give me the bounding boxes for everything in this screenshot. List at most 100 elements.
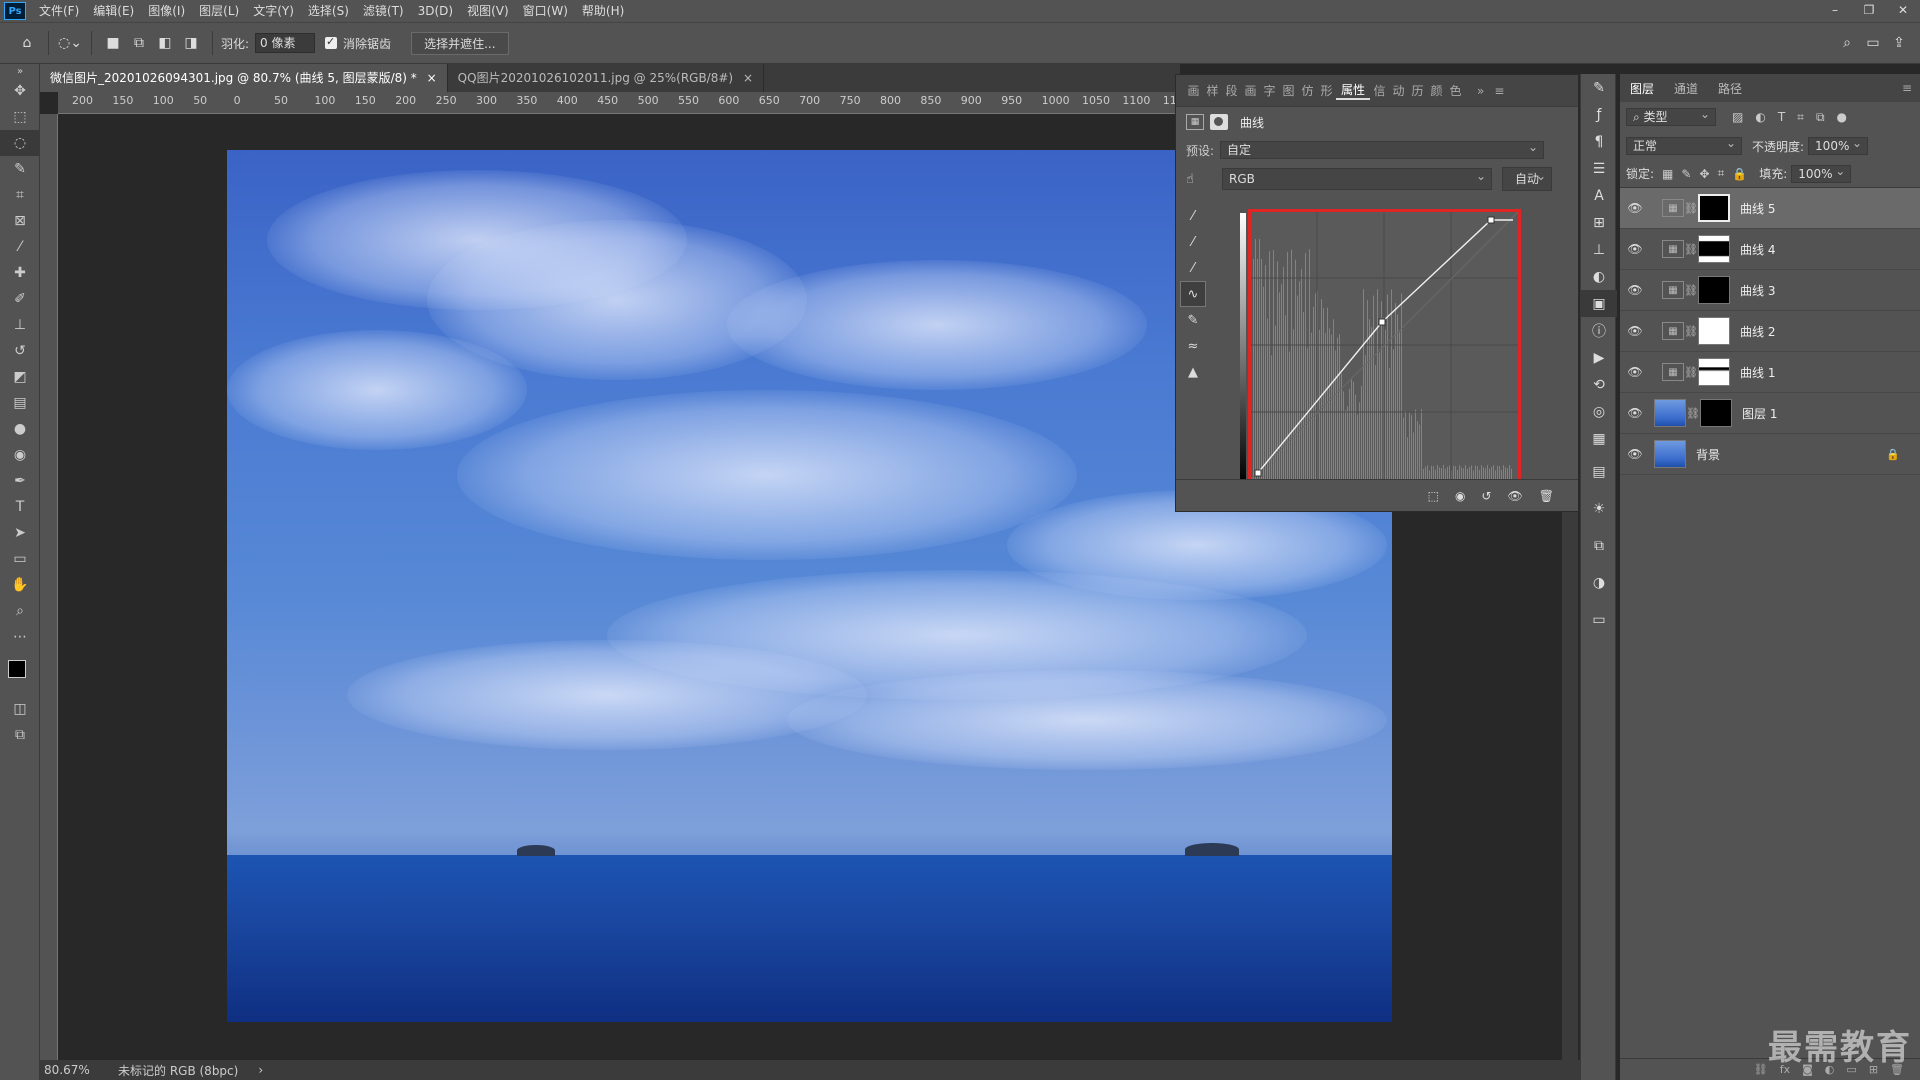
antialias-checkbox[interactable] <box>325 35 338 49</box>
tab-color[interactable]: 颜 <box>1427 82 1446 99</box>
layer-row-curves-4[interactable]: 👁 ▦ ⛓ 曲线 4 <box>1620 229 1920 270</box>
layer-name[interactable]: 背景 <box>1696 446 1720 463</box>
layer-mask-thumbnail[interactable] <box>1698 235 1730 263</box>
menu-filter[interactable]: 滤镜(T) <box>356 0 411 22</box>
tab-document-2[interactable]: QQ图片20201026102011.jpg @ 25%(RGB/8#) × <box>448 64 764 92</box>
restore-icon[interactable]: ❐ <box>1852 0 1886 22</box>
panel-menu-icon[interactable]: ≡ <box>1494 84 1504 98</box>
properties-panel-icon[interactable]: ▣ <box>1581 290 1617 317</box>
collapse-icon[interactable]: » <box>0 64 40 78</box>
move-tool-icon[interactable]: ✥ <box>0 78 40 104</box>
tab-layers[interactable]: 图层 <box>1620 80 1664 97</box>
curve-control-point[interactable] <box>1378 318 1386 326</box>
layer-thumbnail[interactable] <box>1654 399 1686 427</box>
color-panel-icon[interactable]: ◎ <box>1581 398 1617 425</box>
visibility-icon[interactable]: 👁 <box>1508 489 1523 503</box>
pen-tool-icon[interactable]: ✒ <box>0 468 40 494</box>
character-panel-icon[interactable]: A <box>1581 182 1617 209</box>
tab-brush-settings[interactable]: 画 <box>1241 82 1260 99</box>
tab-swatches[interactable]: 色 <box>1446 82 1465 99</box>
layer-row-background[interactable]: 👁 背景 🔒 <box>1620 434 1920 475</box>
tab-info[interactable]: 信 <box>1370 82 1389 99</box>
pencil-curve-icon[interactable]: ✎ <box>1180 307 1206 333</box>
screen-mode-icon[interactable]: ⧉ <box>0 722 40 748</box>
brush-tool-icon[interactable]: ✐ <box>0 286 40 312</box>
menu-image[interactable]: 图像(I) <box>141 0 192 22</box>
curve-end-point[interactable] <box>1487 216 1495 224</box>
hand-tool-icon[interactable]: ✋ <box>0 572 40 598</box>
new-selection-icon[interactable]: ■ <box>100 30 126 56</box>
status-menu-icon[interactable]: › <box>258 1063 263 1077</box>
layer-filter-select[interactable]: ⌕ 类型 <box>1626 106 1716 126</box>
link-icon[interactable]: ⛓ <box>1684 284 1698 297</box>
layer-name[interactable]: 曲线 1 <box>1740 364 1775 381</box>
link-icon[interactable]: ⛓ <box>1686 407 1700 420</box>
history-brush-icon[interactable]: ↺ <box>0 338 40 364</box>
history-panel-icon[interactable]: ⟲ <box>1581 371 1617 398</box>
eyedropper-icon[interactable]: ⁄ <box>0 234 40 260</box>
more-tools-icon[interactable]: ⋯ <box>0 624 40 650</box>
blend-mode-select[interactable]: 正常 <box>1626 135 1742 155</box>
dodge-tool-icon[interactable]: ◉ <box>0 442 40 468</box>
layer-mask-thumbnail[interactable] <box>1698 276 1730 304</box>
view-previous-icon[interactable]: ◉ <box>1455 489 1465 503</box>
frame-tool-icon[interactable]: ⊠ <box>0 208 40 234</box>
tab-properties[interactable]: 属性 <box>1336 81 1370 100</box>
trash-icon[interactable]: 🗑 <box>1539 489 1554 503</box>
blur-tool-icon[interactable]: ● <box>0 416 40 442</box>
clone-source-icon[interactable]: ⊥ <box>1581 236 1617 263</box>
path-select-icon[interactable]: ➤ <box>0 520 40 546</box>
preset-select[interactable]: 自定 <box>1220 139 1545 159</box>
layer-row-curves-1[interactable]: 👁 ▦ ⛓ 曲线 1 <box>1620 352 1920 393</box>
smooth-curve-icon[interactable]: ≈ <box>1180 333 1206 359</box>
lock-pixels-icon[interactable]: ✎ <box>1681 167 1691 181</box>
menu-window[interactable]: 窗口(W) <box>516 0 575 22</box>
tab-paragraph[interactable]: 段 <box>1222 82 1241 99</box>
layer-name[interactable]: 曲线 4 <box>1740 241 1775 258</box>
menu-type[interactable]: 文字(Y) <box>246 0 301 22</box>
brush-settings-icon[interactable]: ☰ <box>1581 155 1617 182</box>
lasso-tool-icon[interactable]: ◌ <box>0 130 40 156</box>
notes-panel-icon[interactable]: ▤ <box>1581 458 1617 485</box>
close-icon[interactable]: × <box>743 71 753 85</box>
libraries-panel-icon[interactable]: ⧉ <box>1581 532 1617 559</box>
menu-view[interactable]: 视图(V) <box>460 0 516 22</box>
curves-graph[interactable] <box>1248 209 1521 482</box>
tab-shapes[interactable]: 形 <box>1317 82 1336 99</box>
rectangle-tool-icon[interactable]: ▭ <box>0 546 40 572</box>
shape-filter-icon[interactable]: ⌗ <box>1797 110 1804 125</box>
swatches-panel-icon[interactable]: ▦ <box>1581 425 1617 452</box>
layer-name[interactable]: 曲线 3 <box>1740 282 1775 299</box>
curve-start-point[interactable] <box>1254 469 1262 477</box>
subtract-selection-icon[interactable]: ◧ <box>152 30 178 56</box>
layer-mask-thumbnail[interactable] <box>1698 358 1730 386</box>
menu-help[interactable]: 帮助(H) <box>575 0 631 22</box>
channel-select[interactable]: RGB <box>1222 166 1492 190</box>
gradients-panel-icon[interactable]: ▭ <box>1581 606 1617 633</box>
close-icon[interactable]: ✕ <box>1886 0 1920 22</box>
lock-artboard-icon[interactable]: ⌗ <box>1718 166 1725 181</box>
link-layers-icon[interactable]: ⛓ <box>1754 1063 1768 1076</box>
feather-input[interactable]: 0 像素 <box>255 33 316 53</box>
menu-file[interactable]: 文件(F) <box>32 0 86 22</box>
opacity-input[interactable]: 100% <box>1808 135 1869 155</box>
adjustments-panel-icon[interactable]: ☀ <box>1581 495 1617 522</box>
type-filter-icon[interactable]: T <box>1778 110 1785 124</box>
menu-3d[interactable]: 3D(D) <box>411 0 460 22</box>
adjustment-filter-icon[interactable]: ◐ <box>1755 110 1765 124</box>
close-icon[interactable]: × <box>427 71 437 85</box>
curve-point-tool-icon[interactable]: ∿ <box>1180 281 1206 307</box>
menu-select[interactable]: 选择(S) <box>301 0 356 22</box>
lock-position-icon[interactable]: ✥ <box>1699 167 1709 181</box>
layer-name[interactable]: 曲线 5 <box>1740 200 1775 217</box>
zoom-level[interactable]: 80.67% <box>44 1063 114 1077</box>
link-icon[interactable]: ⛓ <box>1684 243 1698 256</box>
quick-mask-icon[interactable]: ◫ <box>0 696 40 722</box>
link-icon[interactable]: ⛓ <box>1684 202 1698 215</box>
lock-all-icon[interactable]: 🔒 <box>1732 167 1747 181</box>
layer-thumbnail[interactable] <box>1654 440 1686 468</box>
layer-name[interactable]: 图层 1 <box>1742 405 1777 422</box>
select-and-mask-button[interactable]: 选择并遮住... <box>411 31 509 55</box>
clip-to-layer-icon[interactable]: ⬚ <box>1428 489 1439 503</box>
layer-row-layer-1[interactable]: 👁 ⛓ 图层 1 <box>1620 393 1920 434</box>
